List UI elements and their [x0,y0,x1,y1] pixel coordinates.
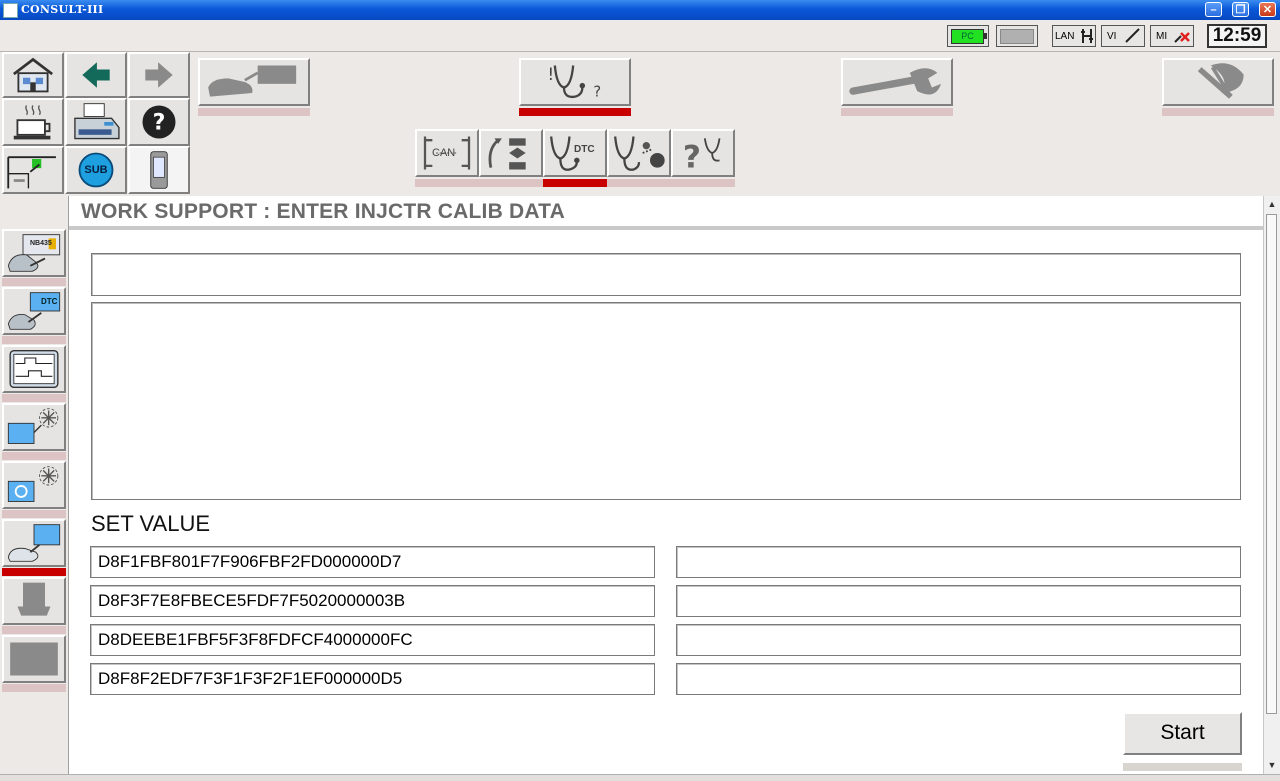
ecu-reprogram-icon [17,582,51,616]
back-button[interactable] [65,52,127,98]
scroll-down-arrow[interactable]: ▼ [1264,757,1280,773]
set-value-input-3[interactable] [676,624,1241,656]
data-monitor-icon [9,349,59,389]
stethoscope-gear-icon [614,136,665,171]
flowchart-icon [488,138,526,170]
set-value-input-1[interactable] [676,546,1241,578]
maximize-button[interactable]: ❐ [1232,2,1249,17]
vi-battery-indicator [996,25,1038,47]
function-test-button[interactable] [2,461,66,509]
mi-indicator: MI [1150,25,1194,47]
dtc-sidebar-label: DTC [41,297,58,306]
work-support-button[interactable] [2,519,66,567]
data-monitor-button[interactable] [2,345,66,393]
title-bar: CONSULT-III – ❐ ✕ [0,0,1280,20]
vehicle-info-button[interactable]: NB435 [2,229,66,277]
set-value-2: D8F3F7E8FBECE5FDF7F5020000003B [90,585,655,617]
svg-text:?: ? [683,140,701,175]
print-button[interactable] [65,98,127,146]
app-icon [3,3,18,18]
set-value-label: SET VALUE [91,511,211,536]
vehicle-icon [208,65,297,97]
dtc-results-icon [7,292,61,330]
refresh-monitor-icon [7,466,59,502]
blank-function-button[interactable] [2,635,66,683]
screen-capture-button[interactable] [2,146,64,194]
stethoscope-icon: ! ? [548,65,602,101]
title-divider [69,226,1263,230]
sub-mode-button[interactable]: SUB [65,146,127,194]
main-panel: WORK SUPPORT : ENTER INJCTR CALIB DATA S… [69,196,1263,774]
device-button[interactable] [128,146,190,194]
start-button[interactable]: Start [1123,712,1242,755]
active-test-side-button[interactable] [2,403,66,451]
set-value-input-4[interactable] [676,663,1241,695]
set-value-4: D8F8F2EDF7F3F1F3F2F1EF000000D5 [90,663,655,695]
sub-label: SUB [84,164,108,176]
mi-label: MI [1156,31,1168,42]
battery-icon [1000,29,1034,44]
help-stethoscope-icon: ? [683,138,721,175]
vehicle-label: NB435 [30,240,52,247]
tools-icon [1197,63,1244,99]
status-bar: PC LAN VI MI 12:59 [0,20,1280,52]
help-button[interactable]: ? [128,98,190,146]
sleep-button[interactable] [2,98,64,146]
minimize-button[interactable]: – [1205,2,1222,17]
arrow-left-icon [82,62,110,88]
start-button-indicator [1123,763,1242,771]
svg-text:?: ? [593,84,601,101]
diagnosis-button[interactable]: ! ? [519,58,631,106]
printer-icon [74,103,120,140]
settings-tools-button[interactable] [1162,58,1274,106]
close-button[interactable]: ✕ [1259,2,1276,17]
network-icon [1081,29,1093,43]
scroll-thumb[interactable] [1266,214,1277,714]
help-icon: ? [142,105,176,139]
coffee-cup-icon [13,105,51,140]
active-test-button[interactable] [607,129,671,177]
message-box [91,253,1241,296]
connection-icon [1125,28,1140,43]
forward-button[interactable] [128,52,190,98]
dtc-label: DTC [574,144,595,155]
clock: 12:59 [1207,24,1267,48]
wrench-icon [849,68,941,95]
can-diagnosis-button[interactable]: CAN [415,129,479,177]
pc-battery-indicator: PC [947,25,989,47]
set-value-input-2[interactable] [676,585,1241,617]
pc-label: PC [951,29,984,44]
arrow-right-icon [145,62,173,88]
self-diagnostic-button[interactable]: DTC [2,287,66,335]
description-box [91,302,1241,500]
home-icon [12,57,54,93]
work-support-icon [7,524,61,562]
vehicle-selection-button[interactable] [198,58,310,106]
can-label: CAN [432,147,456,159]
home-button[interactable] [2,52,64,98]
ecu-flowchart-button[interactable] [479,129,543,177]
placeholder-icon [10,642,58,676]
guided-help-button[interactable]: ? [671,129,735,177]
svg-text:?: ? [153,110,166,135]
vertical-scrollbar[interactable]: ▲ ▼ [1263,196,1280,774]
disconnected-icon [1174,32,1190,43]
lan-indicator: LAN [1052,25,1096,47]
page-title: WORK SUPPORT : ENTER INJCTR CALIB DATA [81,200,565,223]
vehicle-info-icon [7,234,61,272]
fan-monitor-icon [7,408,59,444]
vi-indicator: VI [1101,25,1145,47]
set-value-1: D8F1FBF801F7F906FBF2FD000000D7 [90,546,655,578]
vi-label: VI [1107,31,1117,42]
svg-text:!: ! [548,65,555,84]
ecu-reprogram-button[interactable] [2,577,66,625]
dtc-diagnosis-button[interactable]: DTC [543,129,607,177]
window-title: CONSULT-III [21,3,104,16]
lan-label: LAN [1055,31,1075,42]
set-value-3: D8DEEBE1FBF5F3F8FDFCF4000000FC [90,624,655,656]
handheld-device-icon [150,151,168,189]
scroll-up-arrow[interactable]: ▲ [1264,196,1280,212]
repair-button[interactable] [841,58,953,106]
window-resize-icon [7,156,56,189]
